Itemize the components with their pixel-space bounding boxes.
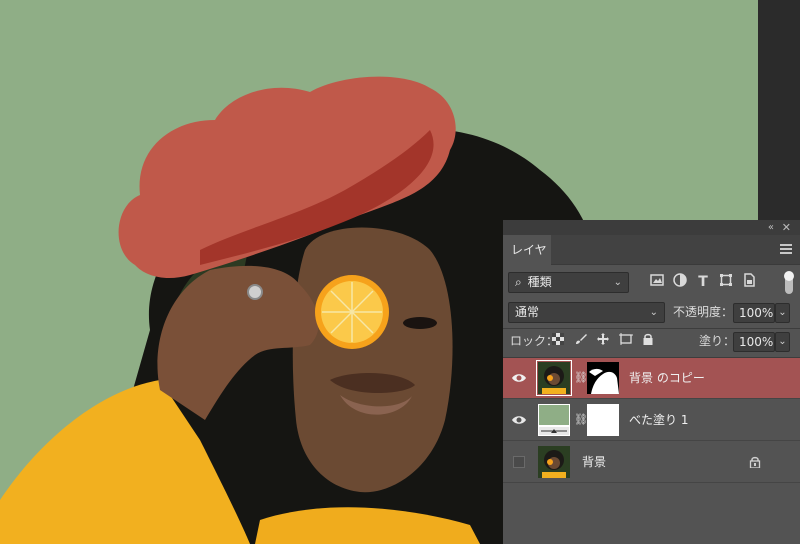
panel-menu-icon[interactable] [780, 244, 792, 256]
adjustment-filter-icon[interactable] [671, 273, 689, 291]
filter-kind-label: 種類 [527, 275, 552, 289]
chevron-down-icon: ⌄ [649, 307, 658, 318]
collapse-icon[interactable]: « [768, 220, 774, 235]
panel-header-bar: « ✕ [503, 220, 800, 235]
blend-row: 通常 ⌄ 不透明度： 100% ⌄ [503, 302, 800, 324]
layer-name[interactable]: べた塗り 1 [629, 400, 688, 441]
search-icon: ⌕ [515, 275, 522, 289]
link-icon[interactable]: ⛓ [574, 369, 588, 387]
fill-layer-thumbnail[interactable] [538, 404, 570, 436]
visibility-toggle-off[interactable] [513, 456, 525, 468]
layer-mask-thumbnail[interactable] [587, 362, 619, 394]
layer-name[interactable]: 背景 のコピー [629, 358, 705, 399]
lock-icon [749, 456, 761, 468]
layer-row-solid-fill[interactable]: ⛓ べた塗り 1 [503, 400, 800, 441]
filter-toggle[interactable] [784, 271, 794, 294]
fill-label: 塗り： [699, 334, 736, 348]
layer-thumbnail[interactable] [538, 446, 570, 478]
opacity-label: 不透明度： [673, 305, 734, 319]
face-shape [292, 227, 453, 493]
type-filter-icon[interactable]: T [694, 273, 712, 291]
chevron-down-icon: ⌄ [613, 277, 622, 288]
opacity-chevron-icon[interactable]: ⌄ [775, 303, 790, 323]
link-icon[interactable]: ⛓ [574, 411, 588, 429]
opacity-input[interactable]: 100% [733, 303, 775, 323]
image-filter-icon[interactable] [648, 273, 666, 291]
tab-layers[interactable]: レイヤー [503, 235, 551, 287]
layer-thumbnail[interactable] [536, 360, 572, 396]
layers-panel: « ✕ レイヤー ⌕ 種類 ⌄ T [503, 220, 800, 544]
eye-icon[interactable] [511, 370, 527, 386]
blend-mode-dropdown[interactable]: 通常 ⌄ [508, 302, 665, 323]
shape-filter-icon[interactable] [717, 273, 735, 291]
blend-mode-value: 通常 [515, 305, 540, 319]
lock-all-icon[interactable] [639, 333, 657, 351]
layer-row-background[interactable]: 背景 [503, 442, 800, 483]
layer-name[interactable]: 背景 [582, 442, 606, 483]
fill-input[interactable]: 100% [733, 332, 775, 352]
fill-chevron-icon[interactable]: ⌄ [775, 332, 790, 352]
lock-position-icon[interactable] [594, 333, 612, 351]
divider [503, 328, 800, 329]
lock-paint-icon[interactable] [572, 333, 590, 351]
layer-mask-thumbnail[interactable] [587, 404, 619, 436]
document-canvas[interactable]: « ✕ レイヤー ⌕ 種類 ⌄ T [0, 0, 800, 544]
lock-pixels-icon[interactable] [549, 333, 567, 351]
panel-tab-row: レイヤー [503, 235, 800, 287]
filter-kind-dropdown[interactable]: ⌕ 種類 ⌄ [508, 272, 629, 293]
lock-row: ロック： 塗り： 100% ⌄ [503, 331, 800, 353]
close-icon[interactable]: ✕ [782, 220, 791, 235]
filter-row: ⌕ 種類 ⌄ T [503, 271, 800, 294]
layer-row-background-copy[interactable]: ⛓ 背景 のコピー [503, 358, 800, 399]
lock-artboard-icon[interactable] [617, 333, 635, 351]
smart-object-filter-icon[interactable] [740, 273, 758, 291]
eye-icon[interactable] [511, 412, 527, 428]
